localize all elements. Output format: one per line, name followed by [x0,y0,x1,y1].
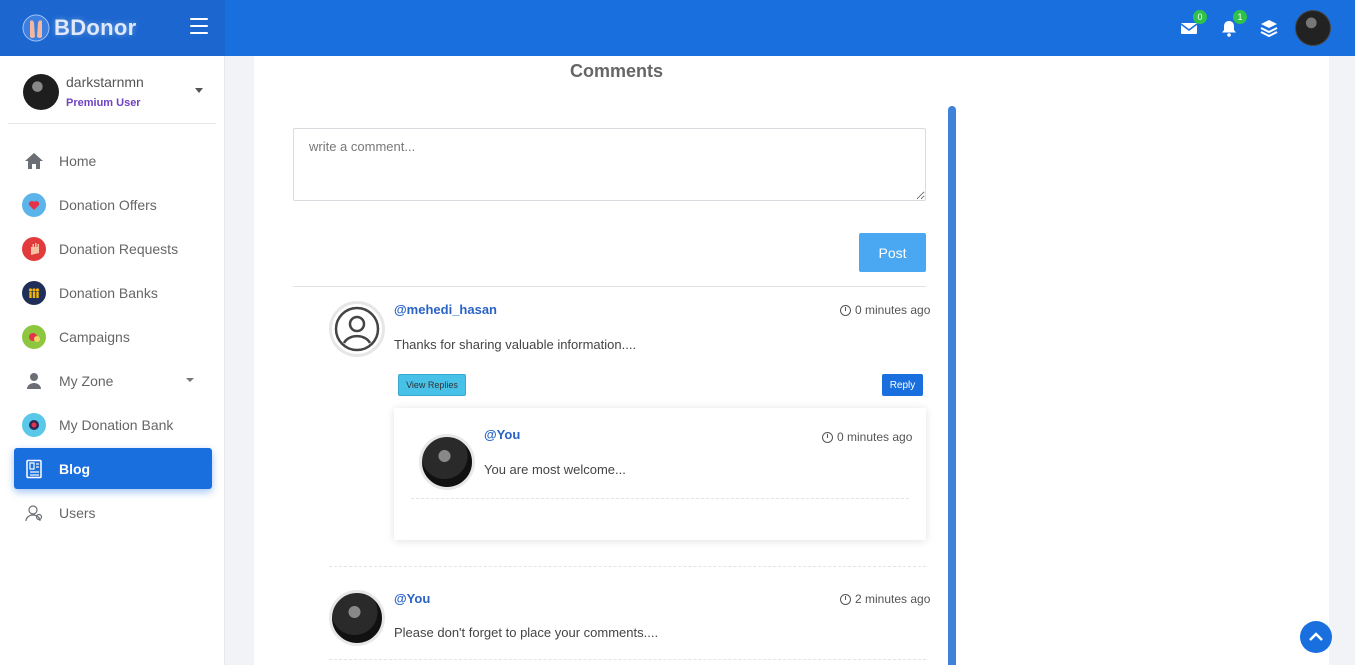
logo[interactable]: BDonor [22,12,136,44]
donation-bank-icon [22,412,46,437]
comment-avatar [329,590,385,646]
reply-card: @You 0 minutes ago You are most welcome.… [394,408,926,540]
messages-badge: 0 [1193,10,1207,24]
scroll-to-top-button[interactable] [1300,621,1332,653]
comment-time: 2 minutes ago [840,592,930,606]
sidebar-item-label: Donation Offers [59,196,157,213]
default-user-icon [334,306,380,352]
reply-avatar [419,434,475,490]
top-bar: BDonor 0 1 [0,0,1355,56]
divider [411,498,909,499]
sidebar: darkstarnmn Premium User Home Donation O… [0,56,225,665]
sidebar-item-blog[interactable]: Blog [14,448,212,489]
raised-hand-icon [22,236,46,261]
reply-username[interactable]: @You [484,427,520,442]
clock-icon [840,304,851,316]
campaign-icon [22,324,46,349]
clock-icon [840,593,851,605]
reply-time: 0 minutes ago [822,430,912,444]
person-icon [22,369,46,393]
sidebar-item-donation-banks[interactable]: Donation Banks [14,272,212,313]
users-icon [22,501,46,525]
divider [329,659,926,660]
sidebar-item-label: Donation Requests [59,240,179,257]
reply-time-text: 0 minutes ago [837,430,913,444]
brand-name: BDonor [54,15,137,40]
comment-time-text: 0 minutes ago [855,303,931,317]
sidebar-item-label: Home [59,152,97,169]
sidebar-item-donation-offers[interactable]: Donation Offers [14,184,212,225]
view-replies-button[interactable]: View Replies [398,374,466,396]
sidebar-item-label: My Zone [59,372,114,389]
notifications-icon[interactable]: 1 [1219,10,1247,38]
user-menu-caret-icon[interactable] [195,88,203,93]
sidebar-item-donation-requests[interactable]: Donation Requests [14,228,212,269]
header-actions: 0 1 [1159,10,1331,46]
sidebar-item-label: Blog [59,460,91,477]
divider [293,286,926,287]
home-icon [22,149,46,173]
sidebar-nav: Home Donation Offers Donation Requests D… [14,140,212,536]
sidebar-item-users[interactable]: Users [14,492,212,533]
user-role: Premium User [66,97,141,109]
reply-text: You are most welcome... [484,462,626,477]
chevron-down-icon [186,378,194,382]
logo-icon [22,12,50,44]
bank-people-icon [22,280,46,305]
user-avatar [23,74,59,110]
divider [329,566,926,567]
user-name: darkstarnmn [66,74,144,90]
brand-area: BDonor [0,0,225,56]
reply-button[interactable]: Reply [882,374,923,396]
sidebar-item-label: Users [59,504,96,521]
comment-username[interactable]: @You [394,591,430,606]
main-content: Comments Post @mehedi_hasan 0 minutes ag… [254,56,1329,665]
heart-hand-icon [22,192,46,217]
comment-avatar [329,301,385,357]
sidebar-item-home[interactable]: Home [14,140,212,181]
profile-avatar[interactable] [1295,10,1331,46]
sidebar-item-label: Donation Banks [59,284,158,301]
comments-heading: Comments [570,61,664,81]
sidebar-item-my-zone[interactable]: My Zone [14,360,212,401]
user-panel: darkstarnmn Premium User [8,56,216,124]
messages-icon[interactable]: 0 [1179,10,1207,38]
comment-text: Thanks for sharing valuable information.… [394,337,637,352]
sidebar-item-my-donation-bank[interactable]: My Donation Bank [14,404,212,445]
menu-toggle-icon[interactable] [190,18,208,34]
notifications-badge: 1 [1233,10,1247,24]
layers-icon[interactable] [1259,18,1279,38]
comment-time: 0 minutes ago [840,303,930,317]
comments-scrollbar[interactable] [948,106,956,665]
post-button[interactable]: Post [859,233,926,272]
sidebar-item-campaigns[interactable]: Campaigns [14,316,212,357]
blog-icon [22,457,46,481]
comment-username[interactable]: @mehedi_hasan [394,302,497,317]
comment-time-text: 2 minutes ago [855,592,931,606]
chevron-up-icon [1309,632,1323,641]
clock-icon [822,431,833,443]
sidebar-item-label: Campaigns [59,328,130,345]
comment-input[interactable] [293,128,926,201]
sidebar-item-label: My Donation Bank [59,416,174,433]
comment-text: Please don't forget to place your commen… [394,625,659,640]
